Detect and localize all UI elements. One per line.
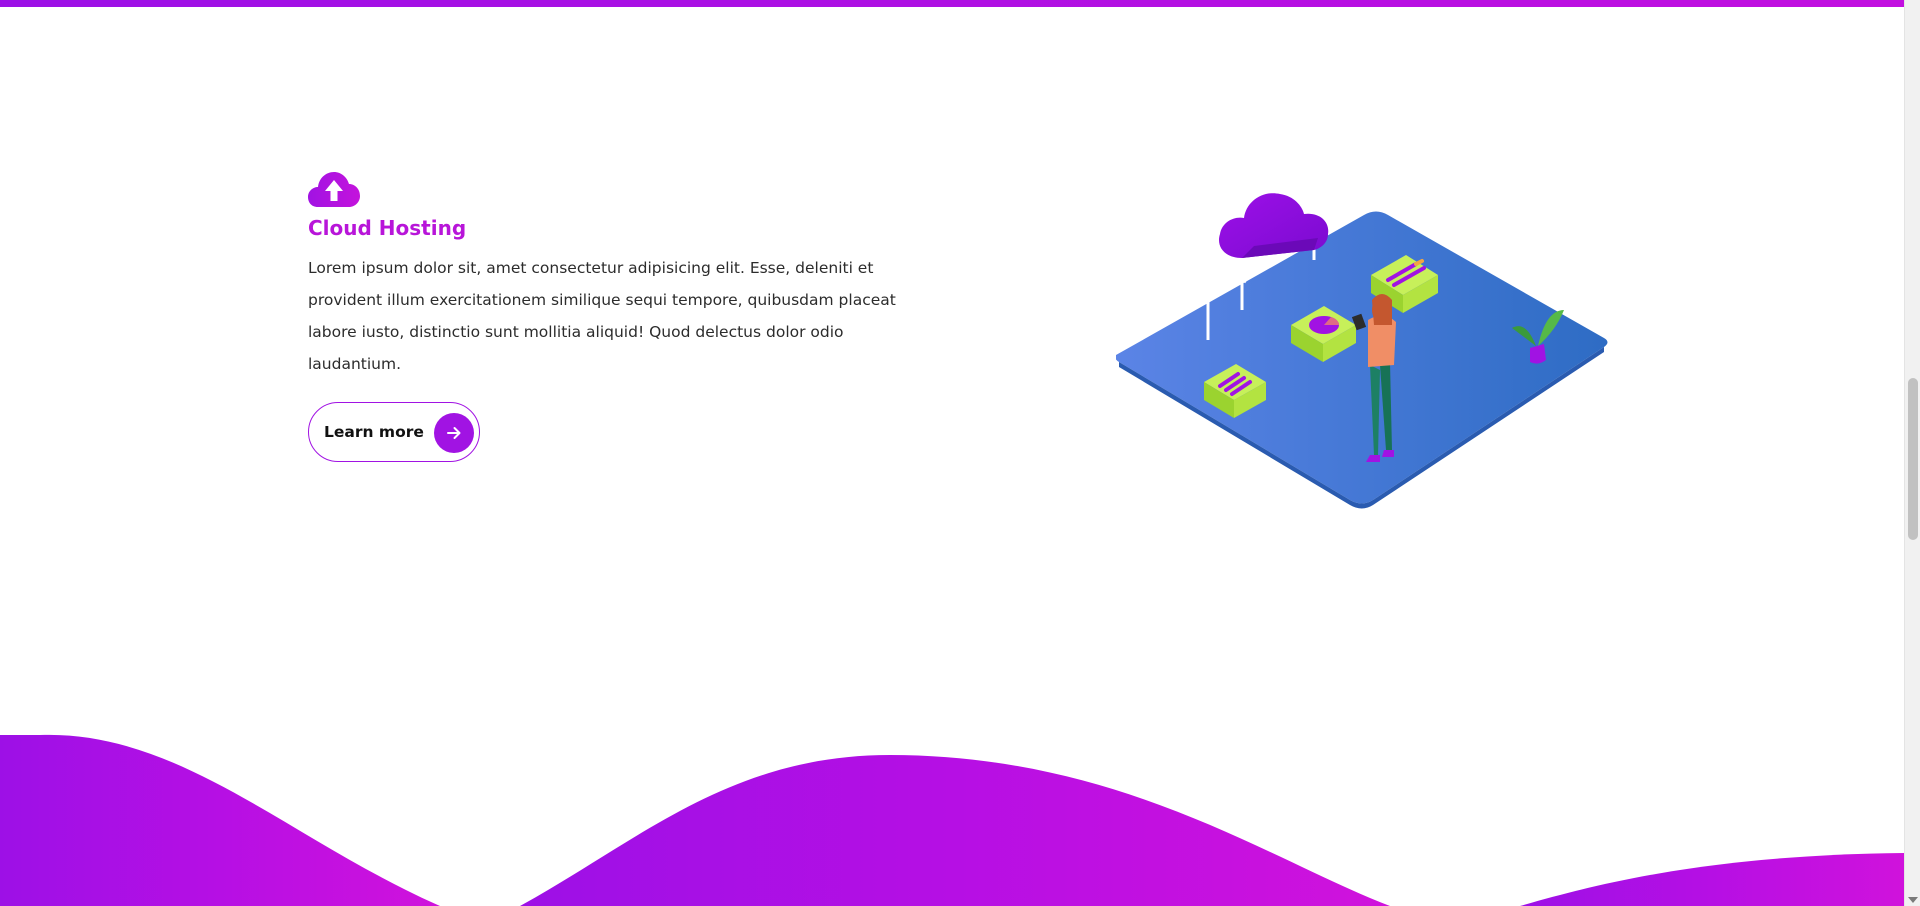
isometric-cloud-hosting-illustration bbox=[1116, 193, 1608, 509]
learn-more-button[interactable]: Learn more bbox=[308, 402, 480, 462]
arrow-right-icon bbox=[434, 413, 474, 453]
page: Cloud Hosting Lorem ipsum dolor sit, ame… bbox=[0, 0, 1920, 906]
cloud-upload-icon bbox=[308, 172, 360, 207]
learn-more-label: Learn more bbox=[324, 423, 424, 441]
top-gradient-bar bbox=[0, 0, 1904, 7]
feature-section: Cloud Hosting Lorem ipsum dolor sit, ame… bbox=[308, 170, 928, 462]
vertical-scrollbar[interactable] bbox=[1904, 0, 1920, 906]
bottom-wave-decoration bbox=[0, 734, 1904, 906]
scroll-down-arrow-icon[interactable] bbox=[1908, 897, 1918, 903]
feature-description: Lorem ipsum dolor sit, amet consectetur … bbox=[308, 259, 896, 373]
scrollbar-thumb[interactable] bbox=[1908, 378, 1918, 540]
feature-title: Cloud Hosting bbox=[308, 216, 467, 240]
